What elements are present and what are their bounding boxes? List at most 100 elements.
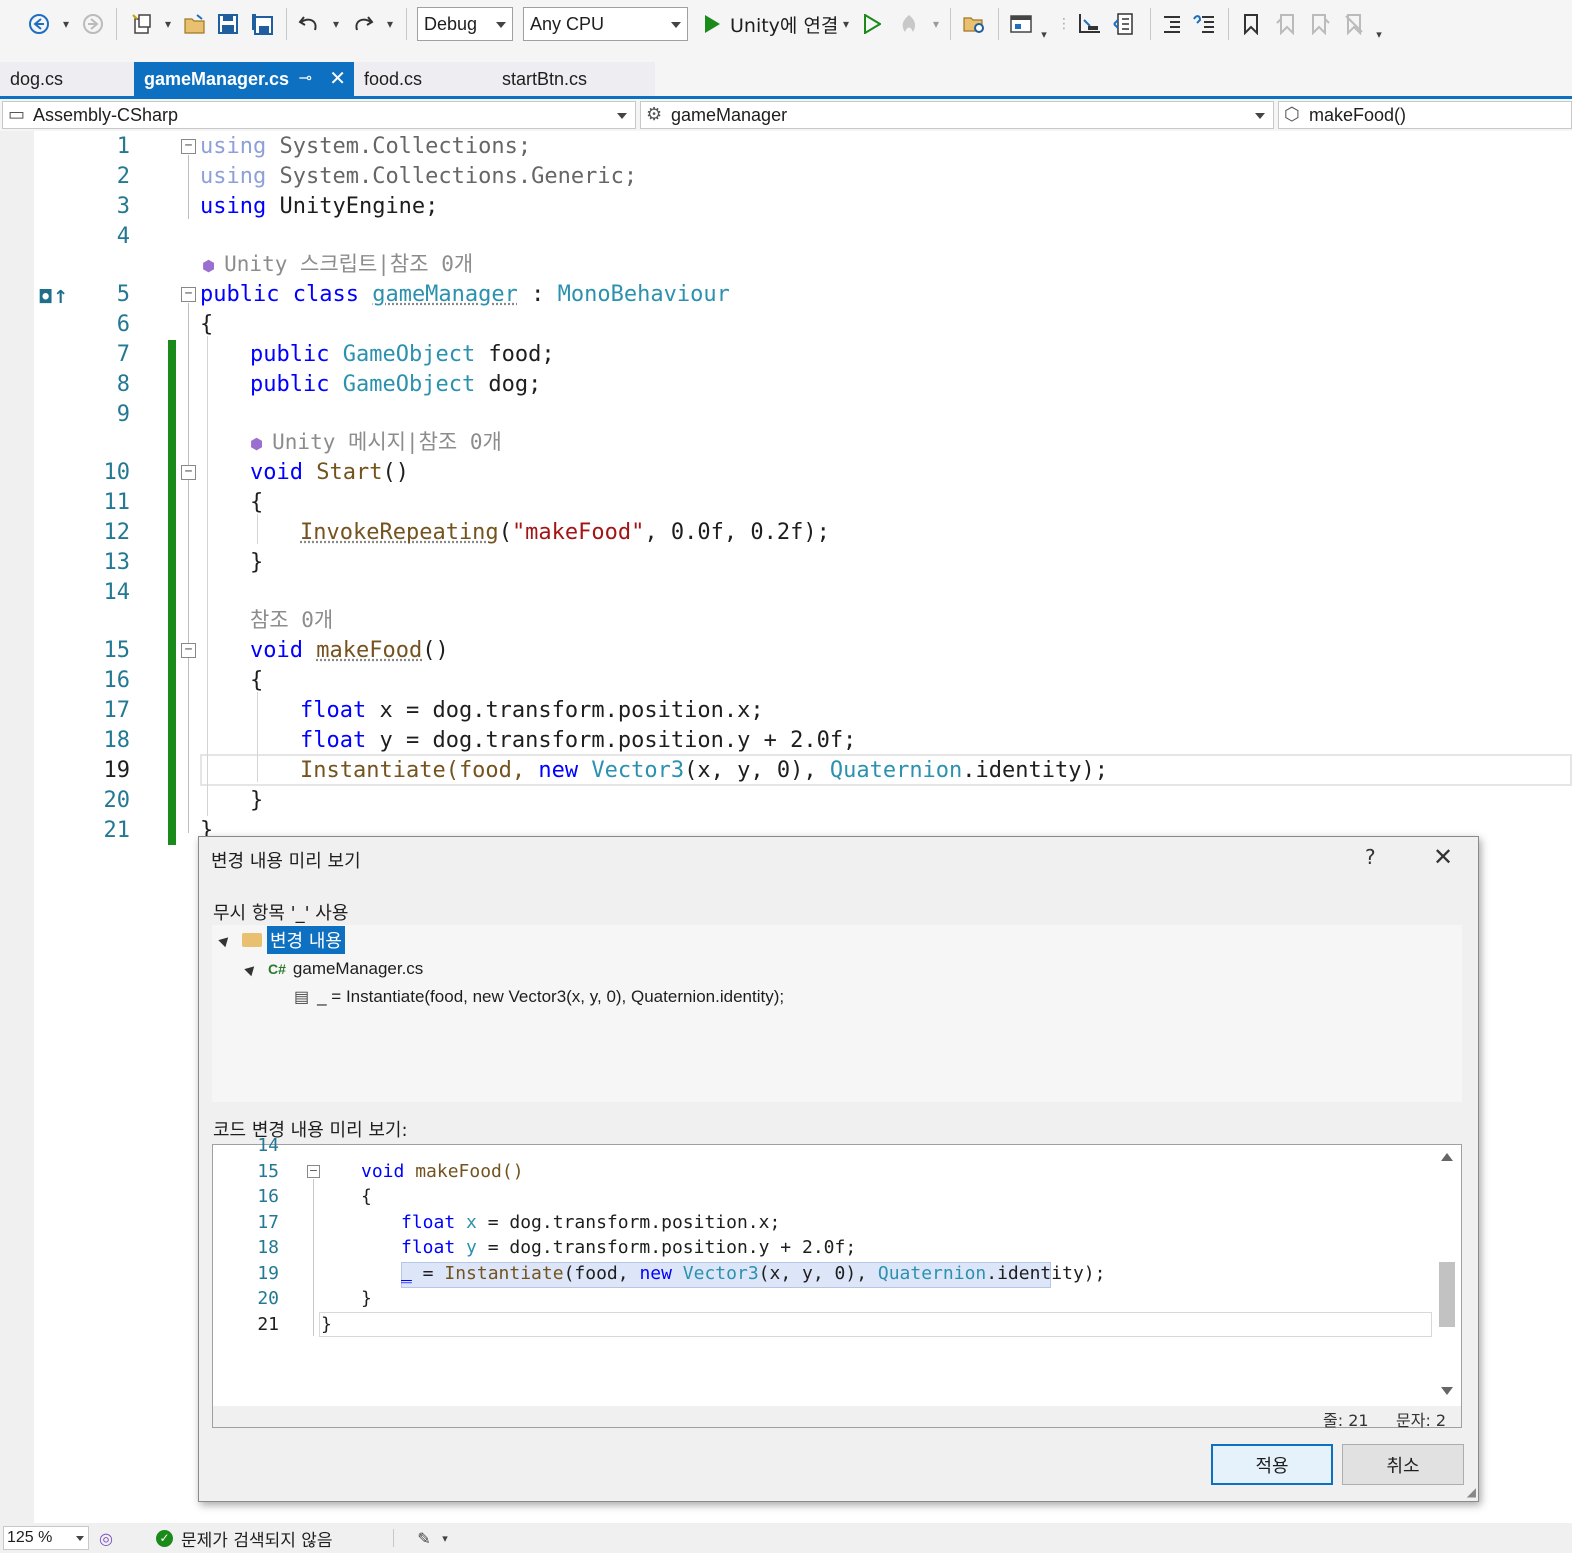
collapse-icon[interactable]: − (181, 287, 196, 302)
variable: x (466, 1212, 477, 1233)
tab-food-cs[interactable]: food.cs (354, 62, 492, 96)
window-layout-icon[interactable] (1007, 8, 1035, 40)
type-name: Vector3 (682, 1263, 759, 1284)
code-text: Instantiate(food, (300, 758, 539, 783)
new-project-icon[interactable] (128, 8, 156, 40)
changes-tree[interactable]: 변경 내용 C# gameManager.cs ▤ _ = Instantiat… (212, 925, 1462, 1102)
collapse-icon[interactable]: − (181, 465, 196, 480)
code-text: System.Collections.Generic; (266, 164, 638, 189)
line-indicator: 줄: 21 (1323, 1411, 1369, 1430)
code-line-5: public class gameManager : MonoBehaviour (200, 280, 730, 310)
line-number: 17 (103, 698, 131, 723)
zoom-dropdown[interactable]: 125 % (3, 1526, 89, 1550)
member-dropdown[interactable]: ⬡ makeFood() (1278, 101, 1572, 129)
chevron-down-icon[interactable]: ▾ (328, 8, 344, 40)
line-number: 13 (103, 550, 131, 575)
toolbar-overflow-icon[interactable]: ▾ (1372, 18, 1386, 50)
preview-line-19: _ = Instantiate(food, new Vector3(x, y, … (401, 1261, 1105, 1286)
keyword: float (300, 698, 367, 723)
tree-root[interactable]: 변경 내용 (218, 926, 345, 954)
tab-startbtn-cs[interactable]: startBtn.cs (492, 62, 655, 96)
keyword: void (250, 460, 303, 485)
code-preview[interactable]: − 14 15 16 17 18 19 20 21 void makeFood(… (212, 1135, 1462, 1430)
bookmark-icon[interactable] (1238, 8, 1264, 40)
uncomment-icon[interactable] (1190, 8, 1218, 40)
scroll-down-icon[interactable] (1441, 1387, 1453, 1395)
chevron-down-icon[interactable]: ▾ (1037, 18, 1051, 50)
undo-icon[interactable] (296, 8, 322, 40)
type-name: gameManager (671, 104, 788, 125)
cancel-button[interactable]: 취소 (1342, 1444, 1464, 1485)
back-icon[interactable] (26, 8, 52, 40)
line-number: 10 (103, 460, 131, 485)
dialog-close-button[interactable]: ✕ (1433, 843, 1453, 871)
tree-change[interactable]: ▤ _ = Instantiate(food, new Vector3(x, y… (294, 984, 784, 1010)
start-debug-button[interactable]: Unity에 연결 (730, 8, 838, 40)
code-cleanup-icon[interactable]: ✎ (412, 1526, 436, 1550)
next-bookmark-icon[interactable] (1306, 8, 1334, 40)
code-line-1: using System.Collections; (200, 132, 531, 162)
indent-icon[interactable] (1110, 8, 1140, 40)
pin-icon[interactable]: ⊸ (299, 68, 312, 88)
apply-button[interactable]: 적용 (1211, 1444, 1333, 1485)
expand-icon[interactable] (218, 933, 232, 947)
clear-bookmark-icon[interactable] (1340, 8, 1368, 40)
save-all-icon[interactable] (248, 8, 276, 40)
method-icon: ⬡ (1284, 104, 1300, 124)
tab-dog-cs[interactable]: dog.cs (0, 62, 134, 96)
tab-gamemanager-cs[interactable]: gameManager.cs ⊸ ✕ (134, 62, 354, 96)
codelens-start[interactable]: ⬢ Unity 메시지|참조 0개 (250, 427, 502, 459)
solution-explorer-icon[interactable] (960, 8, 988, 40)
prev-bookmark-icon[interactable] (1272, 8, 1300, 40)
code-text: dog; (475, 372, 542, 397)
chevron-down-icon[interactable]: ▾ (438, 1526, 452, 1550)
collapse-icon[interactable]: − (181, 643, 196, 658)
configuration-dropdown[interactable]: Debug (417, 7, 513, 41)
issues-indicator[interactable]: ✓ 문제가 검색되지 않음 (156, 1526, 333, 1551)
scroll-thumb[interactable] (1439, 1262, 1455, 1327)
save-icon[interactable] (214, 8, 242, 40)
line-number: 2 (116, 164, 130, 189)
code-text: = dog.transform.position.y + 2.0f; (476, 1237, 857, 1258)
collapse-icon[interactable]: − (181, 139, 196, 154)
codelens-text[interactable]: Unity 메시지|참조 0개 (272, 430, 502, 454)
codelens-class[interactable]: ⬢ Unity 스크립트|참조 0개 (202, 249, 473, 281)
code-line-18: float y = dog.transform.position.y + 2.0… (300, 726, 856, 756)
chevron-down-icon[interactable]: ▾ (838, 8, 854, 40)
code-text: = dog.transform.position.x; (476, 1212, 781, 1233)
codelens-text[interactable]: Unity 스크립트|참조 0개 (224, 252, 473, 276)
intellicode-icon[interactable]: ◎ (94, 1526, 118, 1550)
collapse-icon[interactable]: − (307, 1165, 320, 1178)
toolbar-separator (950, 8, 951, 40)
comment-icon[interactable] (1158, 8, 1186, 40)
scroll-up-icon[interactable] (1441, 1153, 1453, 1161)
open-file-icon[interactable] (181, 8, 209, 40)
project-dropdown[interactable]: ▭ Assembly-CSharp (2, 101, 636, 129)
format-icon[interactable] (1074, 8, 1104, 40)
chevron-down-icon[interactable]: ▾ (382, 8, 398, 40)
forward-icon[interactable] (80, 8, 106, 40)
toolbar-grip-icon: ⋮ (1057, 16, 1071, 32)
help-button[interactable]: ? (1365, 845, 1376, 869)
redo-icon[interactable] (350, 8, 376, 40)
chevron-down-icon[interactable]: ▾ (58, 8, 74, 40)
chevron-down-icon[interactable]: ▾ (928, 8, 944, 40)
code-line-3: using UnityEngine; (200, 192, 438, 222)
start-icon[interactable] (700, 8, 724, 40)
project-name: Assembly-CSharp (33, 104, 179, 125)
close-icon[interactable]: ✕ (329, 66, 346, 91)
codelens-text[interactable]: 참조 0개 (250, 608, 333, 632)
hot-reload-icon[interactable] (896, 8, 922, 40)
codelens-makefood[interactable]: 참조 0개 (250, 605, 333, 635)
preview-changes-dialog: 변경 내용 미리 보기 ? ✕ 무시 항목 '_' 사용 변경 내용 C# ga… (198, 836, 1479, 1502)
chevron-down-icon[interactable]: ▾ (160, 8, 176, 40)
start-without-debug-icon[interactable] (860, 8, 884, 40)
tree-file[interactable]: C# gameManager.cs (244, 956, 423, 982)
type-dropdown[interactable]: ⚙ gameManager (640, 101, 1274, 129)
line-number: 15 (257, 1161, 279, 1182)
platform-dropdown[interactable]: Any CPU (523, 7, 688, 41)
type-name: Quaternion (829, 758, 963, 783)
expand-icon[interactable] (244, 962, 258, 976)
preview-scrollbar[interactable] (1434, 1145, 1461, 1406)
resize-grip-icon[interactable]: ◢ (1467, 1485, 1476, 1499)
